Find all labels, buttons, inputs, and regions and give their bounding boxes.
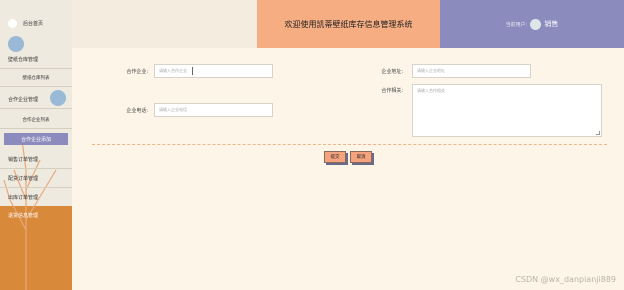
page-title: 欢迎使用凯蒂壁纸库存信息管理系统 — [257, 0, 440, 48]
sidebar-item-label: 壁纸仓库列表 — [22, 75, 50, 81]
header-spacer — [72, 0, 257, 48]
blue-blob-decoration — [8, 36, 24, 52]
sidebar-item-label: 合作企业列表 — [22, 117, 50, 123]
cancel-button[interactable]: 取消 — [350, 151, 372, 163]
sidebar-item-label: 配货订单管理 — [8, 176, 39, 182]
resize-handle[interactable] — [596, 131, 600, 135]
username: 销售 — [544, 20, 559, 28]
sidebar-item-sales-orders[interactable]: 销售订单管理 — [0, 151, 72, 169]
text-cursor — [192, 67, 193, 75]
address-input[interactable]: 请输入企业地址 — [412, 64, 531, 78]
avatar[interactable] — [530, 18, 542, 30]
company-input[interactable]: 请输入合作企业 — [154, 64, 273, 78]
sidebar-item-label: 销售订单管理 — [8, 157, 39, 163]
home-icon — [8, 18, 17, 28]
watermark: CSDN @wx_danpianji889 — [515, 275, 616, 284]
submit-button[interactable]: 提交 — [324, 151, 346, 163]
form-divider — [92, 144, 607, 145]
sidebar-item-label: 出库订单管理 — [8, 194, 39, 201]
phone-input[interactable]: 请输入企业电话 — [154, 103, 273, 117]
sidebar-item-wallpaper-warehouse[interactable]: 壁纸仓库管理 — [0, 51, 72, 69]
sidebar-item-label: 合作企业添加 — [20, 136, 51, 143]
current-user-label: 当前用户: — [505, 21, 528, 28]
sidebar-item-label: 后台首页 — [23, 20, 44, 27]
company-label: 合作企业: — [126, 69, 148, 75]
sidebar: 后台首页 壁纸仓库管理 壁纸仓库列表 合作企业管理 合作企业列表 合作企业添加 … — [0, 0, 72, 290]
sidebar-item-label: 合作企业管理 — [8, 97, 39, 103]
sidebar-item-label: 退货信息管理 — [8, 212, 39, 219]
sidebar-item-home[interactable]: 后台首页 — [0, 14, 72, 32]
info-textarea[interactable]: 请输入合作相关 — [412, 84, 602, 137]
info-label: 合作相关: — [381, 88, 403, 94]
sidebar-item-distribution-orders[interactable]: 配货订单管理 — [0, 170, 72, 188]
sidebar-item-outbound-orders[interactable]: 出库订单管理 — [0, 188, 72, 206]
sidebar-item-label: 壁纸仓库管理 — [8, 57, 39, 63]
sidebar-item-partner-list[interactable]: 合作企业列表 — [0, 111, 72, 129]
address-label: 企业地址: — [381, 69, 403, 75]
sidebar-item-returns[interactable]: 退货信息管理 — [0, 206, 72, 224]
phone-label: 企业电话: — [126, 108, 148, 114]
sidebar-item-wallpaper-list[interactable]: 壁纸仓库列表 — [0, 69, 72, 87]
user-info[interactable]: 当前用户: 销售 — [440, 0, 624, 48]
sidebar-item-partner-add[interactable]: 合作企业添加 — [4, 133, 68, 145]
sidebar-item-partner-management[interactable]: 合作企业管理 — [0, 91, 72, 109]
